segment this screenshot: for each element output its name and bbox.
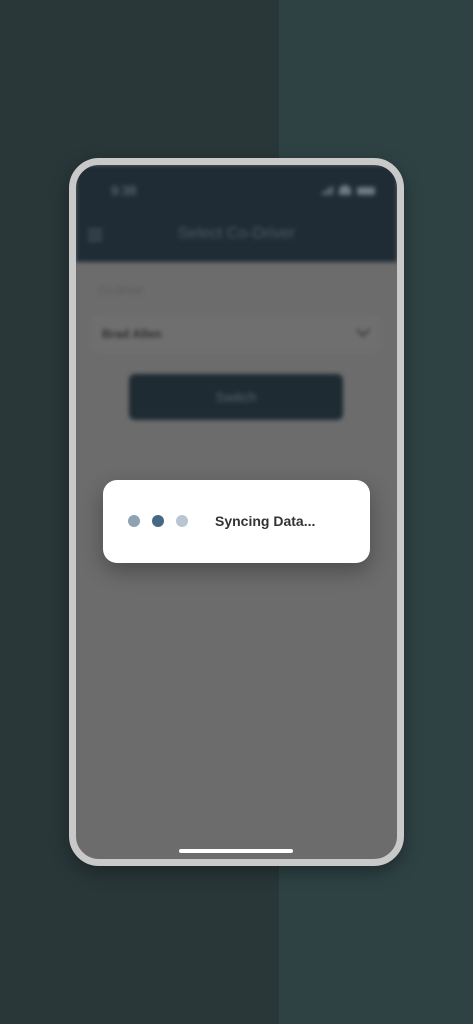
status-icons bbox=[322, 185, 375, 195]
wifi-icon bbox=[339, 185, 351, 195]
syncing-dialog: Syncing Data... bbox=[103, 480, 370, 563]
switch-button[interactable]: Switch bbox=[129, 374, 343, 420]
status-bar: 9:38 bbox=[76, 183, 397, 203]
signal-icon bbox=[322, 186, 333, 195]
loading-dot bbox=[152, 515, 164, 527]
co-driver-label: Co-driver bbox=[98, 285, 144, 297]
status-time: 9:38 bbox=[111, 183, 137, 198]
app-bar: 9:38 Select Co-Driver bbox=[76, 165, 397, 262]
syncing-message: Syncing Data... bbox=[215, 513, 316, 529]
loading-dot bbox=[176, 515, 188, 527]
loading-dots-icon bbox=[128, 515, 188, 527]
page-title: Select Co-Driver bbox=[177, 225, 296, 242]
chevron-down-icon bbox=[355, 322, 371, 338]
co-driver-select-value: Brad Allen bbox=[102, 327, 162, 341]
battery-icon bbox=[357, 187, 375, 195]
loading-dot bbox=[128, 515, 140, 527]
home-indicator bbox=[179, 849, 293, 853]
co-driver-select[interactable]: Brad Allen bbox=[90, 315, 382, 353]
